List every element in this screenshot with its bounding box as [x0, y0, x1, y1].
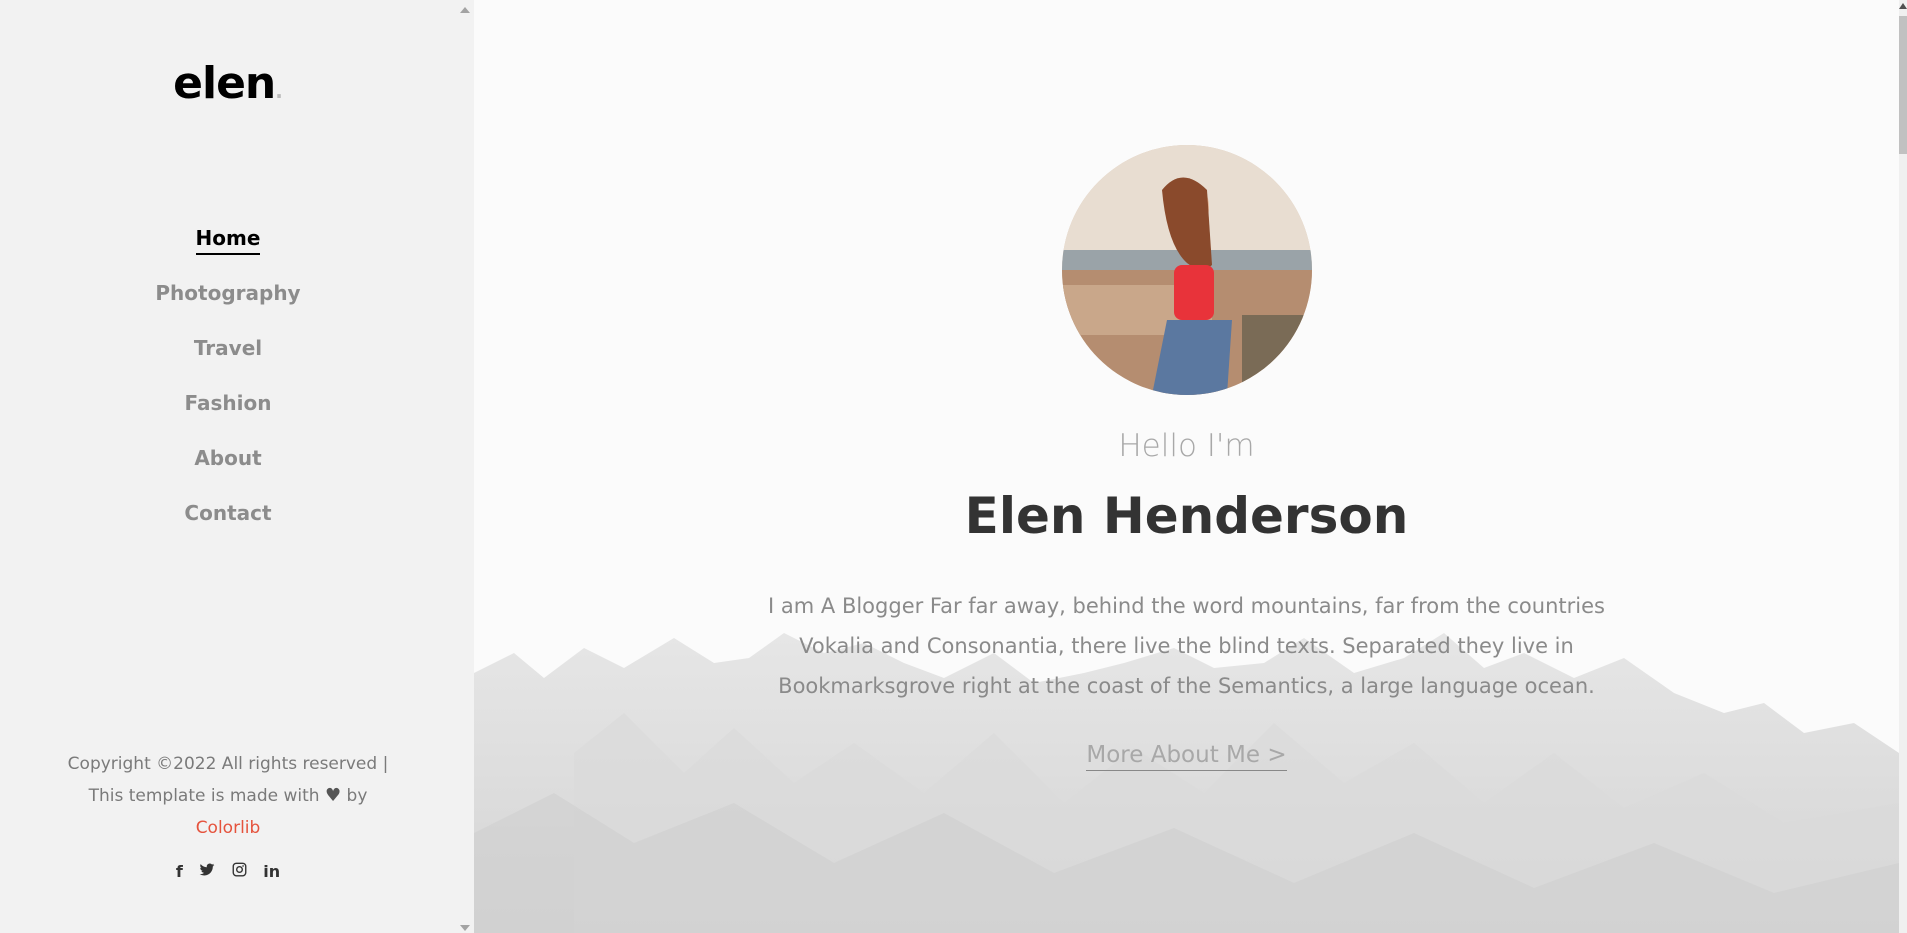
copyright: Copyright ©2022 All rights reserved | Th…	[0, 748, 456, 844]
more-about-container: More About Me >	[474, 742, 1899, 771]
logo-dot: .	[275, 79, 283, 103]
facebook-icon[interactable]: f	[176, 862, 183, 881]
hero-bio: I am A Blogger Far far away, behind the …	[724, 586, 1649, 706]
page-scroll-up-icon[interactable]	[1899, 3, 1907, 9]
bio-line: I am A Blogger Far far away, behind the …	[768, 594, 1605, 618]
nav-contact[interactable]: Contact	[184, 501, 271, 528]
scroll-up-arrow-icon[interactable]	[460, 7, 470, 13]
page-scrollbar[interactable]	[1899, 0, 1907, 933]
logo-text: elen	[173, 58, 276, 109]
copyright-line: Copyright ©2022 All rights reserved |	[67, 754, 389, 774]
nav-travel[interactable]: Travel	[194, 336, 262, 363]
sidebar: elen. Home Photography Travel Fashion Ab…	[0, 0, 456, 933]
social-links: f in	[0, 862, 456, 882]
twitter-icon[interactable]	[199, 862, 215, 881]
hero-section: Hello I'm Elen Henderson I am A Blogger …	[474, 0, 1899, 933]
more-about-me-link[interactable]: More About Me >	[1086, 742, 1287, 771]
main-nav: Home Photography Travel Fashion About Co…	[0, 226, 456, 556]
nav-home[interactable]: Home	[195, 226, 261, 255]
made-with-line: This template is made with ♥ by	[0, 780, 456, 812]
sidebar-scrollbar[interactable]	[456, 0, 474, 933]
heart-icon: ♥	[324, 785, 342, 806]
scroll-down-arrow-icon[interactable]	[460, 925, 470, 931]
made-with-text: This template is made with	[88, 786, 320, 806]
page-scroll-thumb[interactable]	[1899, 16, 1907, 154]
nav-about[interactable]: About	[194, 446, 261, 473]
colorlib-link[interactable]: Colorlib	[196, 818, 261, 838]
bio-line: Vokalia and Consonantia, there live the …	[799, 634, 1574, 658]
bio-line: Bookmarksgrove right at the coast of the…	[778, 674, 1595, 698]
site-logo[interactable]: elen.	[0, 58, 456, 109]
nav-fashion[interactable]: Fashion	[185, 391, 272, 418]
nav-photography[interactable]: Photography	[155, 281, 300, 308]
instagram-icon[interactable]	[232, 862, 247, 881]
by-text: by	[346, 786, 368, 806]
linkedin-icon[interactable]: in	[263, 862, 280, 881]
hero-name: Elen Henderson	[964, 487, 1409, 545]
greeting: Hello I'm	[1118, 428, 1255, 464]
profile-avatar	[1062, 145, 1312, 395]
